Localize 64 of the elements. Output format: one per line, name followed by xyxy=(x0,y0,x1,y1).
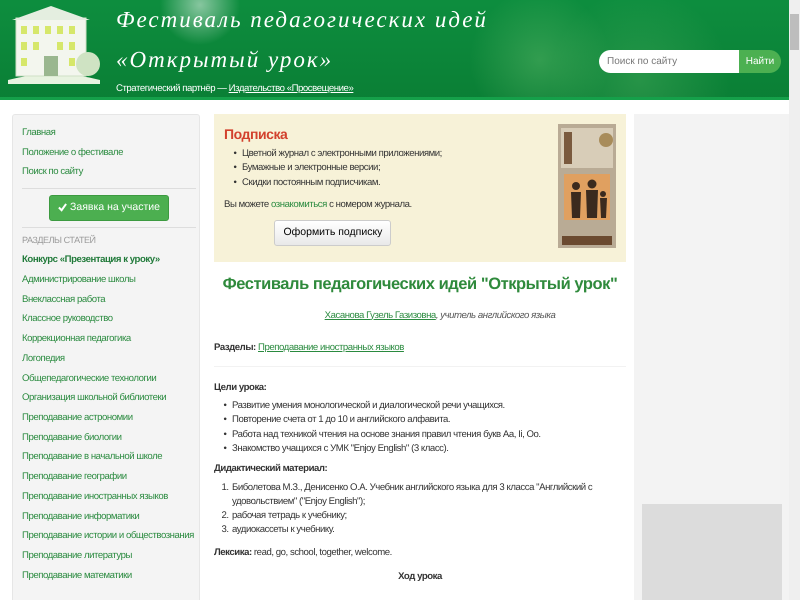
sidebar-link[interactable]: Преподавание иностранных языков xyxy=(22,486,196,506)
list-marker: 3. xyxy=(220,523,230,538)
list-item: Бумажные и электронные версии; xyxy=(242,161,380,176)
list-item: рабочая тетрадь к учебнику; xyxy=(232,509,347,524)
list-marker: • xyxy=(222,398,228,413)
list-marker: • xyxy=(222,413,228,428)
list-item: Биболетова М.З., Денисенко О.А. Учебник английского языка для 3 класса "Английский с удовольствием" ("Enjoy English"); xyxy=(232,480,594,509)
sidebar-link[interactable]: Администрирование школы xyxy=(22,270,196,290)
sidebar-link[interactable]: Логопедия xyxy=(22,348,196,369)
list-marker: 1. xyxy=(220,480,230,494)
check-icon xyxy=(58,202,68,212)
list-marker: • xyxy=(232,161,238,176)
list-item: аудиокассеты к учебнику. xyxy=(232,523,334,538)
sidebar-link[interactable]: Преподавание астрономии xyxy=(22,408,196,428)
sidebar-link[interactable]: Преподавание истории и обществознания xyxy=(22,526,196,546)
list-marker: • xyxy=(222,428,228,442)
subscription-title: Подписка xyxy=(224,125,289,144)
sidebar-link[interactable]: Коррекционная педагогика xyxy=(22,329,196,349)
list-marker: • xyxy=(222,442,228,456)
site-title: «Открытый урок» xyxy=(116,46,334,74)
sidebar-link[interactable]: Конкурс «Презентация к уроку» xyxy=(22,250,196,270)
sidebar-link[interactable]: Преподавание биологии xyxy=(22,428,196,448)
list-marker: • xyxy=(232,147,238,161)
partner-line: Стратегический партнёр — Издательство «Просвещение» xyxy=(116,82,354,96)
sidebar-link[interactable]: Поиск по сайту xyxy=(22,162,196,182)
paragraph: Лексика: read, go, school, together, welcome. xyxy=(214,546,393,560)
sidebar-link[interactable]: Организация школьной библиотеки xyxy=(22,388,196,408)
sidebar-link[interactable]: Классное руководство xyxy=(22,309,196,330)
search-field[interactable]: Поиск по сайту xyxy=(599,50,739,73)
section-heading: Ход урока xyxy=(397,570,444,584)
article-title: Фестиваль педагогических идей "Открытый урок" xyxy=(222,274,618,295)
subscription-note: Вы можете ознакомиться с номером журнала. xyxy=(224,198,413,212)
list-item: Цветной журнал с электронными приложениями; xyxy=(242,147,442,161)
sidebar-link[interactable]: Преподавание в начальной школе xyxy=(22,447,196,468)
site-title: Фестиваль педагогических идей xyxy=(116,6,488,34)
sidebar-link[interactable]: Преподавание математики xyxy=(22,566,196,586)
subscribe-button[interactable]: Оформить подписку xyxy=(274,220,392,246)
sidebar-link[interactable]: Преподавание географии xyxy=(22,467,196,487)
list-marker: • xyxy=(232,176,238,190)
search-button[interactable]: Найти xyxy=(739,50,781,73)
note-link[interactable]: ознакомиться xyxy=(271,198,327,210)
sidebar-link[interactable]: Положение о фестивале xyxy=(22,142,196,162)
partner-link[interactable]: Издательство «Просвещение» xyxy=(228,83,354,94)
list-item: Повторение счета от 1 до 10 и английского алфавита. xyxy=(232,413,450,428)
apply-button[interactable]: Заявка на участие xyxy=(49,195,169,221)
list-marker: 2. xyxy=(220,509,230,524)
list-item: Работа над техникой чтения на основе знания правил чтения букв Aa, Ii, Oo. xyxy=(232,428,541,442)
list-item: Скидки постоянным подписчикам. xyxy=(242,176,380,190)
author-link[interactable]: Хасанова Гузель Газизовна xyxy=(324,310,436,321)
list-item: Развитие умения монологической и диалогической речи учащихся. xyxy=(232,398,505,413)
section-heading: Цели урока: xyxy=(214,380,268,395)
scrollbar-thumb[interactable] xyxy=(790,14,799,50)
sidebar-link[interactable]: Главная xyxy=(22,123,196,143)
sections-label: Разделы: xyxy=(214,342,256,354)
sidebar-link[interactable]: Общепедагогические технологии xyxy=(22,368,196,388)
section-link[interactable]: Преподавание иностранных языков xyxy=(258,342,404,354)
section-heading: Дидактический материал: xyxy=(214,462,328,476)
list-item: Знакомство учащихся с УМК "Enjoy English" (3 класс). xyxy=(232,442,448,456)
section-heading: РАЗДЕЛЫ СТАТЕЙ xyxy=(22,234,97,247)
author-role: , учитель английского языка xyxy=(436,310,556,321)
sidebar-link[interactable]: Преподавание информатики xyxy=(22,506,196,526)
sidebar-link[interactable]: Преподавание литературы xyxy=(22,546,196,566)
scrollbar[interactable] xyxy=(789,0,800,600)
sidebar-link[interactable]: Внеклассная работа xyxy=(22,290,196,310)
